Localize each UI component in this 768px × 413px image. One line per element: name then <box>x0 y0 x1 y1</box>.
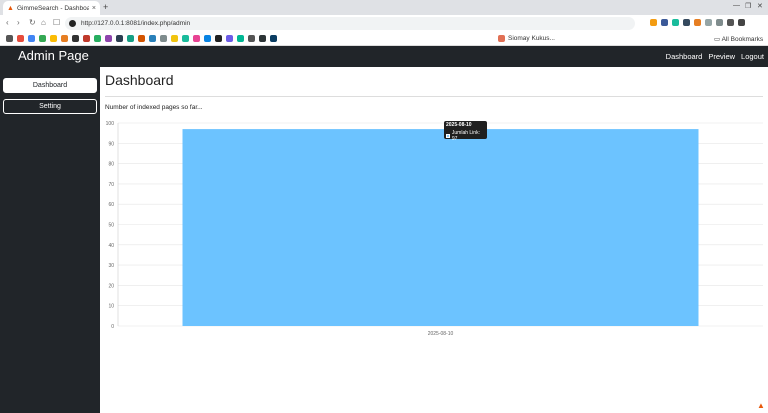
bookmark-icon[interactable] <box>94 35 101 42</box>
forward-icon[interactable]: › <box>17 18 20 27</box>
bar <box>182 129 699 326</box>
bookmark-icon[interactable] <box>127 35 134 42</box>
flame-icon: ▲ <box>7 4 14 12</box>
bookmark-icon[interactable] <box>204 35 211 42</box>
y-tick-label: 0 <box>111 324 114 330</box>
tooltip-label: Jumlah Link: 97 <box>451 130 480 142</box>
y-tick-label: 90 <box>108 141 114 147</box>
extension-icon[interactable] <box>694 19 701 26</box>
bookmark-icon[interactable] <box>226 35 233 42</box>
bookmark-icon[interactable] <box>171 35 178 42</box>
bookmark-icon[interactable] <box>237 35 244 42</box>
bookmark-icon[interactable] <box>116 35 123 42</box>
bookmark-icon[interactable] <box>193 35 200 42</box>
minimize-icon[interactable]: — <box>733 2 740 9</box>
extensions-area <box>650 19 745 26</box>
nav-link-logout[interactable]: Logout <box>741 52 764 61</box>
extension-icon[interactable] <box>716 19 723 26</box>
nav-link-preview[interactable]: Preview <box>708 52 735 61</box>
bookmark-icon[interactable] <box>28 35 35 42</box>
bookmarks-bar: Siomay Kukus... ▭ All Bookmarks <box>0 32 768 46</box>
bookmark-icon[interactable] <box>17 35 24 42</box>
menu-icon[interactable] <box>738 19 745 26</box>
bookmark-folder-label: Siomay Kukus... <box>508 35 555 42</box>
bookmark-icons <box>6 35 277 42</box>
brand-title: Admin Page <box>18 48 89 63</box>
bookmark-icon[interactable] <box>138 35 145 42</box>
bookmark-icon[interactable] <box>61 35 68 42</box>
bookmark-icon[interactable] <box>50 35 57 42</box>
y-tick-label: 70 <box>108 182 114 188</box>
bookmark-page-icon[interactable]: ☐ <box>53 18 60 27</box>
bookmark-folder[interactable]: Siomay Kukus... <box>498 35 555 42</box>
home-icon[interactable]: ⌂ <box>41 18 46 27</box>
flame-icon: ▲ <box>757 401 765 410</box>
top-nav-links: Dashboard Preview Logout <box>666 52 764 61</box>
divider <box>105 96 763 97</box>
new-tab-button[interactable]: + <box>103 2 108 12</box>
y-tick-label: 60 <box>108 202 114 208</box>
top-navbar: Dashboard Preview Logout <box>100 46 768 67</box>
browser-tabstrip: ▲ GimmeSearch - Dashboard × + — ❐ ✕ <box>0 0 768 15</box>
tooltip-swatch <box>446 134 450 138</box>
sidebar-item-setting[interactable]: Setting <box>3 99 97 114</box>
browser-tab[interactable]: ▲ GimmeSearch - Dashboard × <box>3 1 100 15</box>
bookmark-icon[interactable] <box>105 35 112 42</box>
rss-icon[interactable] <box>650 19 657 26</box>
maximize-icon[interactable]: ❐ <box>745 2 751 10</box>
x-tick-label: 2025-08-10 <box>428 331 454 337</box>
site-info-icon[interactable] <box>69 20 76 27</box>
nav-link-dashboard[interactable]: Dashboard <box>666 52 703 61</box>
all-bookmarks-label: All Bookmarks <box>721 36 764 43</box>
y-tick-label: 40 <box>108 243 114 249</box>
sidebar-item-dashboard[interactable]: Dashboard <box>3 78 97 93</box>
folder-icon <box>498 35 505 42</box>
y-tick-label: 30 <box>108 263 114 269</box>
page-subtitle: Number of indexed pages so far... <box>105 104 203 111</box>
sidebar-toggle-icon[interactable] <box>727 19 734 26</box>
extension-icon[interactable] <box>661 19 668 26</box>
bookmark-icon[interactable] <box>215 35 222 42</box>
bookmark-icon[interactable] <box>259 35 266 42</box>
extension-icon[interactable] <box>683 19 690 26</box>
extension-icon[interactable] <box>672 19 679 26</box>
address-bar[interactable]: http://127.0.0.1:8081/index.php/admin <box>65 17 635 30</box>
indexed-pages-chart: 0 10 20 30 40 50 60 70 80 90 100 2025-08-10 <box>106 121 763 337</box>
tooltip-date: 2025-08-10 <box>446 122 472 128</box>
url-text: http://127.0.0.1:8081/index.php/admin <box>81 20 191 27</box>
bookmark-icon[interactable] <box>149 35 156 42</box>
bookmark-icon[interactable] <box>270 35 277 42</box>
y-tick-label: 20 <box>108 283 114 289</box>
bookmark-icon[interactable] <box>160 35 167 42</box>
y-tick-label: 10 <box>108 304 114 310</box>
tooltip-row: Jumlah Link: 97 <box>446 130 485 142</box>
bookmark-icon[interactable] <box>72 35 79 42</box>
extension-icon[interactable] <box>705 19 712 26</box>
apps-grid-icon[interactable] <box>6 35 13 42</box>
bookmark-icon[interactable] <box>83 35 90 42</box>
bookmark-icon[interactable] <box>39 35 46 42</box>
tab-title: GimmeSearch - Dashboard <box>17 4 89 12</box>
tab-close-icon[interactable]: × <box>92 5 96 12</box>
back-icon[interactable]: ‹ <box>6 18 9 27</box>
bookmark-icon[interactable] <box>182 35 189 42</box>
y-tick-label: 50 <box>108 223 114 229</box>
y-tick-label: 80 <box>108 162 114 168</box>
bookmark-icon[interactable] <box>248 35 255 42</box>
chart-tooltip: 2025-08-10 Jumlah Link: 97 <box>444 121 487 142</box>
reload-icon[interactable]: ↻ <box>29 18 36 27</box>
y-tick-label: 100 <box>106 121 115 127</box>
browser-toolbar: ‹ › ↻ ⌂ ☐ http://127.0.0.1:8081/index.ph… <box>0 15 768 32</box>
folder-icon: ▭ <box>714 36 722 43</box>
page-title: Dashboard <box>105 72 174 88</box>
close-window-icon[interactable]: ✕ <box>757 2 763 10</box>
all-bookmarks[interactable]: ▭ All Bookmarks <box>714 35 763 43</box>
